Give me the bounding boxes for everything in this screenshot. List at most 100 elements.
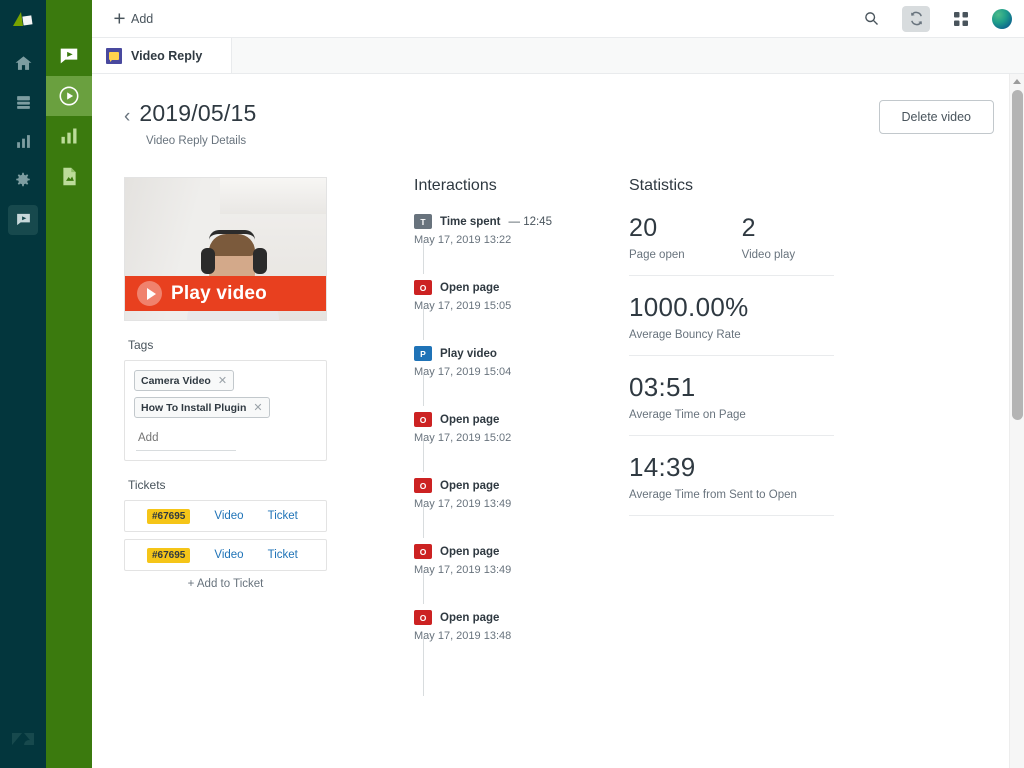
video-chat-icon (58, 45, 80, 67)
tag-chip[interactable]: How To Install Plugin ✕ (134, 397, 317, 424)
add-button-label: Add (131, 12, 153, 26)
left-column: Play video Tags Camera Video ✕ (124, 177, 414, 676)
timeline-item: OOpen page May 17, 2019 15:05 (414, 280, 629, 346)
tab-label: Video Reply (131, 49, 202, 63)
ticket-row[interactable]: #67695 Video Ticket (124, 500, 327, 532)
product-logo-icon[interactable] (0, 0, 46, 40)
ticket-ticket-link[interactable]: Ticket (268, 549, 298, 561)
play-video-banner[interactable]: Play video (125, 276, 326, 311)
sidebar-item-home[interactable] (0, 44, 46, 83)
play-icon (137, 281, 162, 306)
timeline-item: OOpen pageMay 17, 2019 13:48 (414, 610, 629, 676)
timeline-item-date: May 17, 2019 15:04 (414, 366, 629, 378)
sidebar-item-media-library[interactable] (46, 156, 92, 196)
stat-value: 03:51 (629, 372, 834, 403)
page-title: 2019/05/15 (139, 100, 256, 127)
video-reply-tab-icon (106, 48, 122, 64)
tab-video-reply[interactable]: Video Reply (92, 38, 232, 73)
chevron-left-icon[interactable]: ‹ (124, 107, 130, 126)
video-headphone-right (253, 248, 267, 274)
timeline-badge-o-icon: O (414, 610, 432, 625)
vertical-scrollbar[interactable] (1009, 74, 1024, 768)
grid-apps-icon[interactable] (948, 6, 974, 32)
stat-caption: Video play (742, 249, 796, 261)
stat-value: 2 (742, 214, 796, 243)
views-list-icon (8, 88, 38, 118)
sidebar-item-statistics[interactable] (46, 116, 92, 156)
main-area: Add (92, 0, 1024, 768)
video-chat-icon (8, 205, 38, 235)
timeline-item: P Play video May 17, 2019 15:04 (414, 346, 629, 412)
timeline-item-head: O Open page (414, 478, 629, 493)
statistics-column: Statistics 20 Page open 2 Video play (629, 177, 994, 676)
scroll-up-arrow-icon[interactable] (1010, 74, 1024, 88)
ticket-video-link[interactable]: Video (214, 510, 243, 522)
timeline-item-date: May 17, 2019 13:22 (414, 234, 629, 246)
timeline-badge-o-icon: O (414, 544, 432, 559)
timeline-item-date: May 17, 2019 15:05 (414, 300, 629, 312)
timeline-badge-o-icon: O (414, 280, 432, 295)
timeline-item-title: Open page (440, 612, 499, 624)
app-sidebar (46, 0, 92, 768)
sidebar-item-reporting[interactable] (0, 122, 46, 161)
tags-section-label: Tags (128, 338, 414, 352)
tag-chip[interactable]: Camera Video ✕ (134, 370, 317, 397)
sidebar-item-admin[interactable] (0, 161, 46, 200)
refresh-icon[interactable] (902, 6, 930, 32)
gear-icon (8, 166, 38, 196)
columns: Play video Tags Camera Video ✕ (124, 177, 994, 676)
timeline-item-title: Open page (440, 414, 499, 426)
stat-value: 20 (629, 214, 685, 243)
timeline-item-head: TTime spent— 12:45 (414, 214, 629, 229)
image-file-icon (59, 166, 80, 187)
content-scroll-region: ‹ 2019/05/15 Video Reply Details Delete … (92, 74, 1024, 768)
timeline-badge-p-icon: P (414, 346, 432, 361)
page-subtitle: Video Reply Details (146, 135, 256, 147)
timeline-item-title: Play video (440, 348, 497, 360)
interactions-title: Interactions (414, 177, 629, 195)
ticket-id-badge: #67695 (147, 509, 190, 524)
add-button[interactable]: Add (108, 8, 159, 30)
ticket-video-link[interactable]: Video (214, 549, 243, 561)
timeline-badge-t-icon: T (414, 214, 432, 229)
timeline-item-extra: — 12:45 (509, 216, 552, 228)
timeline-item-title: Open page (440, 546, 499, 558)
video-thumbnail[interactable]: Play video (124, 177, 327, 321)
timeline-item-head: P Play video (414, 346, 629, 361)
stat-block-time-on-page: 03:51 Average Time on Page (629, 372, 834, 436)
ticket-row[interactable]: #67695 Video Ticket (124, 539, 327, 571)
home-icon (8, 49, 38, 79)
ticket-ticket-link[interactable]: Ticket (268, 510, 298, 522)
tag-chip-label: Camera Video (141, 375, 211, 387)
tag-chip-label: How To Install Plugin (141, 402, 246, 414)
scrollbar-thumb[interactable] (1012, 90, 1023, 420)
stat-page-open: 20 Page open (629, 214, 685, 261)
stat-block-sent-to-open: 14:39 Average Time from Sent to Open (629, 452, 834, 516)
stat-caption: Average Time from Sent to Open (629, 489, 834, 501)
bar-chart-icon (59, 126, 79, 146)
close-icon[interactable]: ✕ (253, 401, 262, 414)
timeline-item-date: May 17, 2019 13:49 (414, 498, 629, 510)
tag-input[interactable] (136, 428, 236, 451)
tags-box: Camera Video ✕ How To Install Plugin ✕ (124, 360, 327, 461)
sidebar-item-video-replies[interactable] (46, 76, 92, 116)
user-avatar-globe[interactable] (992, 9, 1012, 29)
sidebar-item-video-messages[interactable] (46, 36, 92, 76)
delete-video-button[interactable]: Delete video (879, 100, 995, 134)
timeline-badge-o-icon: O (414, 478, 432, 493)
stat-value: 1000.00% (629, 292, 834, 323)
timeline-item-head: OOpen page (414, 280, 629, 295)
sidebar-item-video-reply[interactable] (0, 200, 46, 239)
add-to-ticket-button[interactable]: + Add to Ticket (124, 578, 327, 590)
tab-bar: Video Reply (92, 38, 1024, 74)
video-headphone-left (201, 248, 215, 274)
page-header: ‹ 2019/05/15 Video Reply Details Delete … (124, 100, 994, 147)
sidebar-item-views[interactable] (0, 83, 46, 122)
plus-icon (114, 13, 125, 24)
stat-caption: Average Time on Page (629, 409, 834, 421)
timeline-badge-o-icon: O (414, 412, 432, 427)
search-icon[interactable] (858, 6, 884, 32)
timeline-item-title: Open page (440, 480, 499, 492)
statistics-title: Statistics (629, 177, 994, 195)
close-icon[interactable]: ✕ (218, 374, 227, 387)
